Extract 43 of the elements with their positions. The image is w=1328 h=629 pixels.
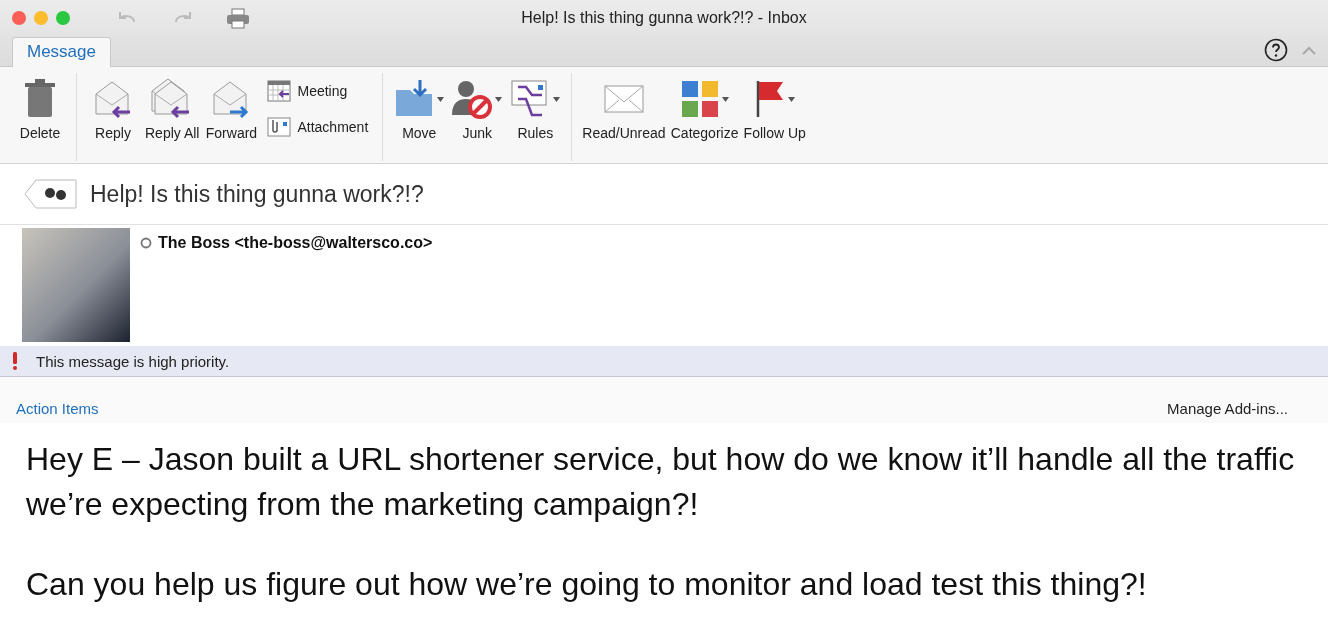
trash-icon xyxy=(25,79,55,119)
ribbon-button[interactable]: Read/Unread xyxy=(580,73,668,161)
calendar-icon xyxy=(267,80,292,102)
ribbon-button[interactable]: Meeting xyxy=(261,79,375,103)
caret-icon xyxy=(553,96,561,102)
blocked-person-icon xyxy=(452,79,493,119)
close-button[interactable] xyxy=(12,11,26,25)
ribbon-button[interactable]: Categorize xyxy=(669,73,740,161)
collapse-icon[interactable] xyxy=(1302,45,1316,55)
body-paragraph: Hey E – Jason built a URL shortener service, but how do we know it’ll handle all the traffic we’re expecting from the marketing campaign?! xyxy=(26,440,1296,525)
ribbon-button[interactable]: Attachment xyxy=(261,115,375,139)
ribbon-button[interactable]: Forward xyxy=(203,73,260,161)
ribbon-button[interactable]: Move xyxy=(391,73,448,161)
ribbon-button[interactable]: Reply All xyxy=(143,73,202,161)
caret-icon xyxy=(495,96,503,102)
status-circle-icon xyxy=(140,237,152,249)
sender-name: The Boss <the-boss@waltersco.co> xyxy=(158,234,433,252)
folder-icon xyxy=(394,80,435,118)
ribbon-button[interactable]: Rules xyxy=(507,73,564,161)
flag-icon xyxy=(754,79,785,119)
envelope-icon xyxy=(602,82,645,116)
ribbon-button[interactable]: Follow Up xyxy=(741,73,808,161)
priority-text: This message is high priority. xyxy=(36,352,230,370)
color-grid-icon xyxy=(680,80,719,118)
caret-icon xyxy=(721,96,729,102)
body-paragraph: Can you help us figure out how we’re going to monitor and load test this thing?! xyxy=(26,564,1148,604)
caret-icon xyxy=(787,96,795,102)
conversation-icon[interactable] xyxy=(24,179,78,209)
help-icon[interactable] xyxy=(1264,38,1288,62)
ribbon-tab[interactable]: Message xyxy=(12,37,111,67)
ribbon-button[interactable]: Junk xyxy=(449,73,506,161)
window-title: Help! Is this thing gunna work?!? - Inbox xyxy=(521,9,807,27)
zoom-button[interactable] xyxy=(56,11,70,25)
printer-icon[interactable] xyxy=(226,7,250,29)
ribbon-button[interactable]: Reply xyxy=(85,73,141,161)
minimize-button[interactable] xyxy=(34,11,48,25)
caret-icon xyxy=(437,96,445,102)
manage-addins-link[interactable]: Manage Add-ins... xyxy=(1167,400,1288,417)
action-items-link[interactable]: Action Items xyxy=(16,400,99,417)
subject-text: Help! Is this thing gunna work?!? xyxy=(90,180,424,208)
paperclip-icon xyxy=(267,116,292,138)
exclamation-icon xyxy=(12,352,18,370)
ribbon-button[interactable]: Delete xyxy=(12,73,68,161)
